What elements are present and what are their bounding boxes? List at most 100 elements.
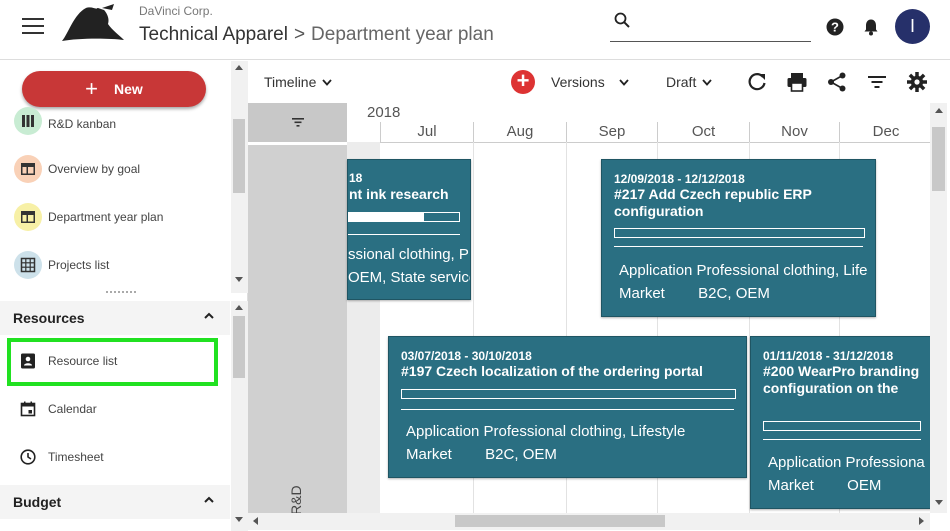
svg-text:?: ? bbox=[831, 20, 839, 35]
scroll-left-arrow-icon[interactable] bbox=[253, 517, 258, 525]
budget-section-header[interactable]: Budget bbox=[0, 485, 230, 519]
section-label: Resources bbox=[13, 310, 85, 326]
scroll-up-arrow-icon[interactable] bbox=[935, 108, 943, 113]
card-date-range: 03/07/2018 - 30/10/2018 bbox=[401, 349, 532, 363]
company-name: DaVinci Corp. bbox=[139, 4, 213, 18]
sidebar-nav-scroll-thumb[interactable] bbox=[233, 119, 245, 193]
card-fields-line2: Market B2C, OEM bbox=[406, 446, 557, 463]
layout-icon bbox=[14, 203, 42, 231]
help-icon[interactable]: ? bbox=[826, 18, 844, 36]
filter-icon[interactable] bbox=[291, 116, 305, 128]
search-input[interactable] bbox=[638, 10, 808, 34]
card-divider bbox=[614, 246, 863, 247]
lane-filter-cell[interactable] bbox=[248, 103, 347, 142]
card-title: #200 WearPro branding configuration on t… bbox=[763, 363, 920, 396]
plus-icon: + bbox=[85, 76, 99, 101]
versions-dropdown[interactable]: Versions bbox=[551, 74, 629, 90]
card-fields-line2: Market B2C, OEM bbox=[619, 285, 770, 302]
year-label: 2018 bbox=[367, 104, 401, 121]
chevron-up-icon bbox=[204, 496, 214, 503]
hamburger-menu-icon[interactable] bbox=[22, 18, 44, 36]
view-toolbar: Timeline + Versions Draft bbox=[248, 61, 950, 103]
card-fields-line1: Application Professional clothing, Lifes… bbox=[406, 423, 686, 440]
timeline-card[interactable]: 18 nt ink research ssional clothing, P O… bbox=[347, 159, 471, 300]
chevron-up-icon bbox=[204, 312, 214, 319]
sidebar: + New R&D kanban Overview by goal Departm… bbox=[0, 61, 248, 531]
notification-bell-icon[interactable] bbox=[862, 18, 880, 36]
month-header: Oct bbox=[657, 122, 749, 142]
card-progress-bar bbox=[401, 389, 736, 399]
breadcrumb: Technical Apparel > Department year plan bbox=[139, 24, 494, 46]
card-divider bbox=[401, 409, 734, 410]
gear-icon[interactable] bbox=[906, 71, 928, 93]
swimlane-rd[interactable]: R&D bbox=[248, 145, 347, 515]
user-avatar[interactable]: I bbox=[895, 9, 930, 44]
breadcrumb-separator: > bbox=[293, 24, 306, 45]
chevron-down-icon bbox=[702, 79, 713, 86]
scroll-down-arrow-icon[interactable] bbox=[235, 517, 243, 522]
sidebar-item-label: Department year plan bbox=[48, 210, 164, 224]
clock-icon bbox=[20, 449, 36, 465]
draft-label: Draft bbox=[666, 74, 697, 90]
sidebar-item-overview-by-goal[interactable]: Overview by goal bbox=[12, 153, 222, 189]
card-title: #217 Add Czech republic ERP configuratio… bbox=[614, 186, 812, 219]
draft-dropdown[interactable]: Draft bbox=[666, 74, 713, 90]
card-title: nt ink research bbox=[349, 186, 449, 202]
sidebar-item-calendar[interactable]: Calendar bbox=[12, 393, 222, 429]
card-progress-bar bbox=[348, 212, 460, 222]
sidebar-item-label: Projects list bbox=[48, 258, 110, 272]
sidebar-item-label: Overview by goal bbox=[48, 162, 141, 176]
timeline-board[interactable]: 2018 Jul Aug Sep Oct Nov Dec R&D 18 nt i… bbox=[248, 103, 950, 531]
scroll-down-arrow-icon[interactable] bbox=[235, 277, 243, 282]
search-icon bbox=[614, 12, 630, 28]
sidebar-item-label: Timesheet bbox=[48, 450, 104, 464]
company-logo[interactable] bbox=[58, 4, 128, 44]
timeline-card[interactable]: 12/09/2018 - 12/12/2018 #217 Add Czech r… bbox=[601, 159, 876, 317]
splitter-handle[interactable] bbox=[106, 291, 136, 295]
card-divider bbox=[348, 234, 460, 235]
card-progress-bar bbox=[763, 421, 921, 431]
sidebar-item-department-year-plan[interactable]: Department year plan bbox=[12, 201, 222, 237]
timeline-view-dropdown[interactable]: Timeline bbox=[264, 74, 333, 90]
month-header: Aug bbox=[473, 122, 566, 142]
card-fields-line1: Application Professional clothing, Life bbox=[619, 262, 868, 279]
timeline-label: Timeline bbox=[264, 74, 317, 90]
layout-icon bbox=[14, 155, 42, 183]
card-fields-line2: OEM, State service bbox=[348, 269, 471, 286]
timeline-vertical-scroll-thumb[interactable] bbox=[932, 127, 945, 191]
print-icon[interactable] bbox=[786, 71, 808, 93]
card-fields-line2: Market OEM bbox=[768, 477, 882, 494]
chevron-down-icon bbox=[619, 79, 629, 86]
scroll-up-arrow-icon[interactable] bbox=[235, 305, 243, 310]
filter-icon[interactable] bbox=[866, 71, 888, 93]
sidebar-item-projects-list[interactable]: Projects list bbox=[12, 249, 222, 285]
calendar-icon bbox=[20, 401, 36, 417]
month-header: Nov bbox=[749, 122, 839, 142]
sidebar-item-rd-kanban[interactable]: R&D kanban bbox=[12, 107, 222, 143]
search-box[interactable] bbox=[610, 8, 811, 42]
refresh-icon[interactable] bbox=[746, 71, 768, 93]
new-button[interactable]: + New bbox=[22, 71, 206, 107]
timeline-card[interactable]: 01/11/2018 - 31/12/2018 #200 WearPro bra… bbox=[750, 336, 933, 509]
sidebar-item-label: R&D kanban bbox=[48, 117, 117, 131]
card-progress-fill bbox=[349, 213, 424, 221]
card-fields-line1: ssional clothing, P bbox=[348, 246, 469, 263]
chevron-down-icon bbox=[322, 79, 333, 86]
breadcrumb-project[interactable]: Technical Apparel bbox=[139, 24, 288, 45]
highlight-box bbox=[7, 338, 218, 386]
scroll-up-arrow-icon[interactable] bbox=[235, 65, 243, 70]
resources-section-header[interactable]: Resources bbox=[0, 301, 230, 335]
breadcrumb-page: Department year plan bbox=[311, 24, 494, 45]
add-item-button[interactable]: + bbox=[511, 70, 535, 94]
scroll-right-arrow-icon[interactable] bbox=[919, 517, 924, 525]
month-header: Sep bbox=[566, 122, 657, 142]
card-progress-bar bbox=[614, 228, 865, 238]
sidebar-sections-scroll-thumb[interactable] bbox=[233, 316, 245, 378]
card-fields-line1: Application Professiona bbox=[768, 454, 925, 471]
sidebar-item-timesheet[interactable]: Timesheet bbox=[12, 441, 222, 477]
grid-icon bbox=[14, 251, 42, 279]
share-icon[interactable] bbox=[826, 71, 848, 93]
timeline-card[interactable]: 03/07/2018 - 30/10/2018 #197 Czech local… bbox=[388, 336, 747, 478]
timeline-horizontal-scroll-thumb[interactable] bbox=[455, 515, 665, 527]
scroll-down-arrow-icon[interactable] bbox=[935, 500, 943, 505]
